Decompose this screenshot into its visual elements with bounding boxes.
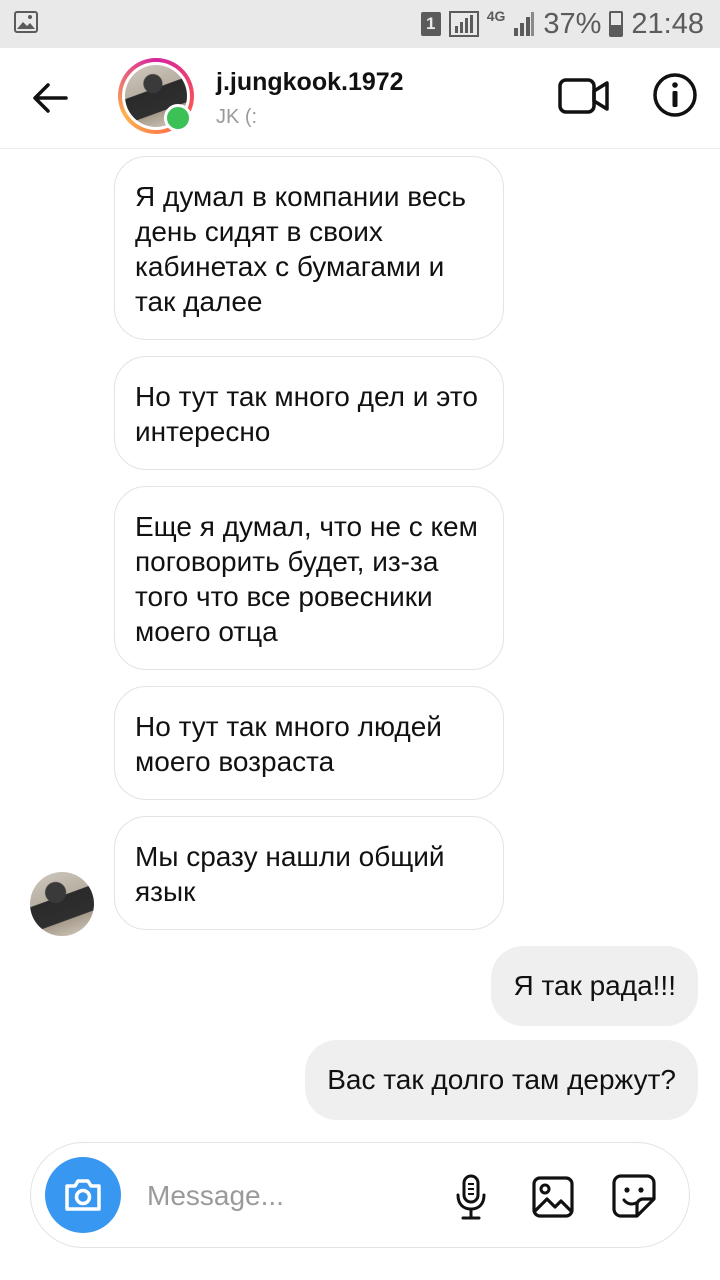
sticker-icon[interactable]	[611, 1173, 657, 1219]
message-incoming[interactable]: Но тут так много дел и это интересно	[114, 356, 504, 470]
battery-percent: 37%	[543, 7, 602, 40]
battery-icon	[609, 11, 624, 37]
message-outgoing[interactable]: Я так рада!!!	[491, 946, 698, 1026]
gallery-icon	[14, 11, 38, 33]
clock: 21:48	[631, 7, 704, 40]
network-type: 4G	[486, 8, 506, 24]
chat-header: j.jungkook.1972 JK (:	[0, 48, 720, 149]
status-bar: 1 4G 37% 21:48	[0, 0, 720, 48]
sim-slot-badge: 1	[420, 12, 441, 36]
message-incoming[interactable]: Мы сразу нашли общий язык	[114, 816, 504, 930]
back-arrow-icon[interactable]	[30, 78, 70, 118]
message-incoming[interactable]: Но тут так много людей моего возраста	[114, 686, 504, 800]
message-incoming[interactable]: Я думал в компании весь день сидят в сво…	[114, 156, 504, 340]
chat-subtitle: JK (:	[216, 106, 258, 128]
signal-icon	[448, 11, 479, 37]
message-composer	[30, 1142, 690, 1248]
camera-icon	[65, 1179, 101, 1211]
signal-bars-icon	[514, 12, 535, 36]
sender-avatar[interactable]	[30, 872, 94, 936]
chat-username[interactable]: j.jungkook.1972	[216, 68, 404, 97]
microphone-icon[interactable]	[451, 1173, 491, 1221]
message-incoming[interactable]: Еще я думал, что не с кем поговорить буд…	[114, 486, 504, 670]
message-input[interactable]	[145, 1173, 399, 1219]
video-call-icon[interactable]	[558, 76, 610, 116]
message-outgoing[interactable]: Вас так долго там держут?	[305, 1040, 698, 1120]
image-icon[interactable]	[531, 1175, 575, 1219]
status-right: 1 4G 37% 21:48	[420, 6, 704, 42]
info-icon[interactable]	[652, 72, 698, 118]
online-status-dot	[164, 104, 192, 132]
camera-button[interactable]	[45, 1157, 121, 1233]
